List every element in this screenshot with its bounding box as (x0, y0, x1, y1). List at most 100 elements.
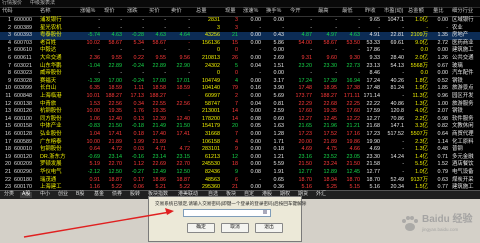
cell-open: 54.00 (298, 39, 313, 46)
col-header-pe[interactable]: 市盈(动) (384, 8, 403, 14)
stock-name: 弘业股份 (40, 131, 62, 137)
tab-1[interactable]: A股 (20, 192, 33, 198)
cell-chg: 0.18 (133, 131, 145, 137)
cell-sell: 18.59 (176, 85, 191, 92)
cell-buy: 19.35 (152, 108, 167, 115)
dialog-message: 交易系统已锁定,请输入交易密码(即键一个登录的登录密码)后按回车键解除 (155, 201, 307, 206)
tab-6[interactable]: 债券 (110, 192, 124, 198)
cell-turn: 1.21 (273, 153, 285, 160)
cell-pct: 0.91 (89, 176, 101, 183)
cell-amt: 11.3亿 (412, 93, 428, 99)
col-header-sell[interactable]: 卖价 (171, 8, 182, 14)
tab-7[interactable]: 股转 (128, 192, 142, 198)
col-header-turn[interactable]: 换手% (266, 8, 281, 14)
cell-price: - (120, 17, 122, 23)
confirm-button[interactable]: 确定 (187, 223, 215, 233)
col-header-high[interactable]: 最高 (318, 8, 329, 14)
tab-3[interactable]: 创业 (56, 192, 70, 198)
stock-code: 600290 (14, 169, 32, 175)
cell-vr: 0.79 (437, 169, 449, 175)
tab-2[interactable]: 中小 (38, 192, 52, 198)
col-header-low[interactable]: 最低 (342, 8, 353, 14)
cell-pe: 147.1 (390, 123, 405, 130)
cell-spd: 0.00 (250, 138, 262, 145)
menu-item[interactable]: 行情报价 (2, 1, 22, 6)
cell-sell: - (188, 17, 190, 23)
row-index: 15 (5, 123, 11, 130)
tab-0[interactable]: 分类 (2, 192, 16, 198)
cell-industry: 医药商业 (452, 39, 474, 46)
cell-buy: - (164, 17, 166, 23)
tab-5[interactable]: 基金 (92, 192, 106, 198)
row-index: 4 (8, 39, 11, 46)
row-index: 3 (8, 32, 11, 39)
cell-pct: -1.39 (87, 77, 100, 84)
cell-industry: 园区开发 (452, 93, 474, 99)
password-input[interactable] (183, 209, 271, 217)
col-header-chg[interactable]: 涨跌 (127, 8, 138, 14)
cell-open: 17.60 (298, 108, 313, 115)
cell-sell: 21.50 (176, 123, 191, 130)
cell-chg: 0.34 (133, 100, 145, 107)
cell-price: - (120, 47, 122, 54)
cell-prev: 18.70 (366, 176, 381, 183)
col-header-spd[interactable]: 涨速% (243, 8, 258, 14)
cell-price: 4.63 (111, 32, 123, 39)
cell-open: 4.87 (301, 32, 313, 39)
cell-buy: 18.86 (152, 176, 167, 183)
col-header-buy[interactable]: 买价 (149, 8, 160, 14)
col-header-ind[interactable]: 细分行业 (452, 8, 473, 14)
tab-16[interactable]: 外汇 (314, 192, 328, 198)
cell-open: - (310, 24, 312, 31)
cell-industry: 钢铁 (452, 108, 463, 115)
cancel-button[interactable]: 取消 (221, 223, 249, 233)
cell-vr: - (446, 24, 448, 31)
cell-chg: 0.03 (133, 146, 145, 153)
tab-4[interactable]: B股 (74, 192, 86, 198)
stock-name: 上海临港 (40, 93, 62, 99)
cell-low: 21.50 (346, 161, 361, 168)
cell-buy: 22.55 (152, 100, 167, 107)
cell-spd: 0.05 (250, 123, 262, 130)
col-header-amt[interactable]: 总金额 (408, 8, 424, 14)
col-header-name[interactable]: 名称 (40, 8, 51, 14)
menu-item[interactable]: 中级报表法 (30, 1, 55, 6)
cell-vol: 24302 (205, 62, 220, 69)
cell-price: 21.50 (108, 123, 123, 130)
keyboard-icon[interactable] (263, 210, 267, 214)
col-header-vol[interactable]: 总量 (196, 8, 207, 14)
cell-low: - (358, 24, 360, 31)
cell-chg: - (142, 70, 144, 77)
cell-price: 22.56 (108, 100, 123, 107)
cell-prev: 21.58 (366, 161, 381, 168)
cell-spd: 0.00 (250, 108, 262, 115)
col-header-vr[interactable]: 量比 (433, 8, 444, 14)
col-header-price[interactable]: 现价 (104, 8, 115, 14)
cell-cur: 79 (232, 85, 238, 92)
cell-vr: 0.00 (437, 70, 449, 77)
cell-chg: - (142, 17, 144, 23)
cell-prev: 17.23 (366, 131, 381, 137)
cell-amt: 5.5亿 (415, 161, 428, 168)
cell-buy: 21.49 (152, 123, 167, 130)
cell-open: 173.77 (295, 93, 313, 99)
cell-vol: 178200 (202, 115, 220, 122)
col-header-prev[interactable]: 昨收 (365, 8, 376, 14)
cell-sell: - (188, 108, 190, 115)
baidu-watermark: Baidu 经验 jingyan.baidu.com (400, 212, 476, 236)
cell-price: 17.00 (108, 77, 123, 84)
cell-buy: 12.39 (152, 115, 167, 122)
cell-sell: - (188, 24, 190, 31)
col-header-open[interactable]: 今开 (290, 8, 301, 14)
cell-turn: 0.65 (273, 176, 285, 183)
cell-amt: 4.0亿 (415, 108, 428, 115)
cell-low: - (358, 17, 360, 23)
col-header-code[interactable]: 代码 (2, 8, 13, 14)
col-header-cur[interactable]: 现量 (225, 8, 236, 14)
cell-prev: 19.90 (366, 138, 381, 145)
cell-low: 17.16 (346, 131, 361, 137)
cell-vol: 0 (217, 47, 220, 54)
exit-button[interactable]: 退出 (255, 223, 283, 233)
cell-open: 23.16 (298, 153, 313, 160)
col-header-pct[interactable]: 涨幅% (80, 8, 95, 14)
